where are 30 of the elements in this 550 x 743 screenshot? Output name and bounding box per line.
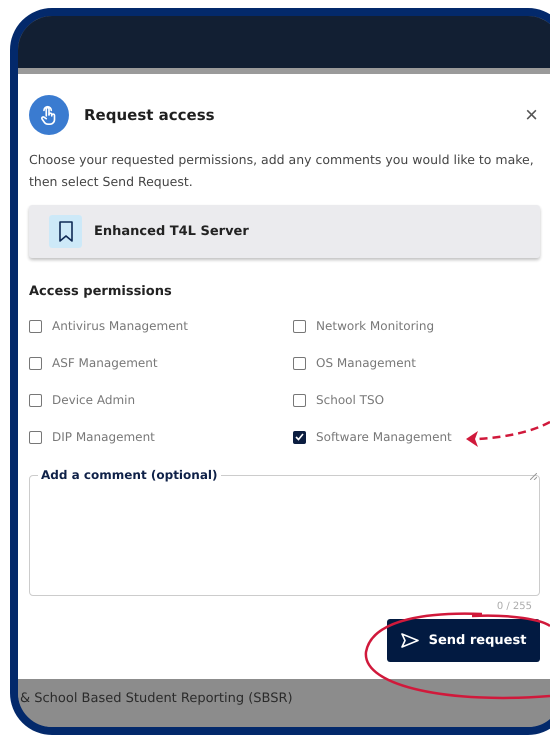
checkbox[interactable] xyxy=(29,430,42,444)
close-button[interactable]: × xyxy=(523,104,540,126)
touch-icon xyxy=(29,95,69,135)
checkbox[interactable] xyxy=(29,356,42,370)
bookmark-icon xyxy=(49,215,82,248)
resize-grip-icon[interactable] xyxy=(530,473,537,480)
character-counter: 0 / 255 xyxy=(496,601,533,612)
checkbox-label: Network Monitoring xyxy=(316,319,434,333)
background-text: & School Based Student Reporting (SBSR) xyxy=(20,691,293,706)
checkbox-label: Software Management xyxy=(316,430,452,444)
resource-name: Enhanced T4L Server xyxy=(94,224,249,239)
checkbox-label: ASF Management xyxy=(52,356,158,370)
send-icon xyxy=(400,633,419,648)
checkbox-label: Antivirus Management xyxy=(52,319,188,333)
checkbox[interactable] xyxy=(29,394,42,406)
dialog-title: Request access xyxy=(84,106,216,124)
comment-label: Add a comment (optional) xyxy=(40,468,219,482)
description-text: Choose your requested permissions, add any comments you would like to make, then select Send Request. xyxy=(29,151,535,191)
checkbox-label: OS Management xyxy=(316,356,416,370)
comment-field[interactable]: Add a comment (optional) xyxy=(29,468,540,596)
checkbox[interactable] xyxy=(293,394,306,406)
checkbox[interactable] xyxy=(29,320,42,332)
section-heading: Access permissions xyxy=(29,284,173,299)
checkbox[interactable] xyxy=(293,430,306,444)
checkbox-label: Device Admin xyxy=(52,393,136,407)
send-request-button[interactable]: Send request xyxy=(387,619,540,662)
checkbox-label: School TSO xyxy=(316,393,384,407)
checkbox[interactable] xyxy=(293,356,306,370)
checkbox-label: DIP Management xyxy=(52,430,155,444)
checkbox[interactable] xyxy=(293,320,306,332)
